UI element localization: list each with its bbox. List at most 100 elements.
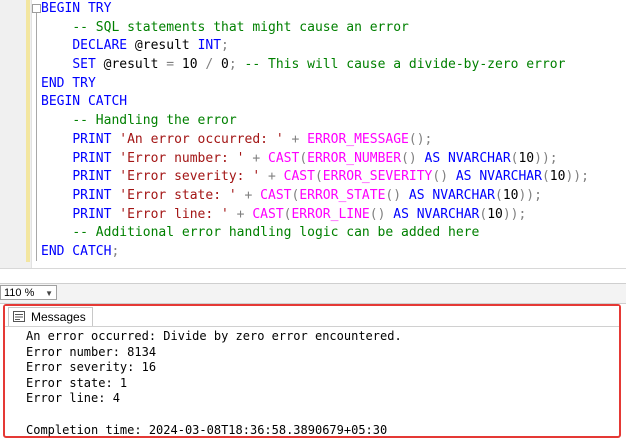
message-line bbox=[26, 407, 402, 423]
code-token: 'Error state: ' bbox=[119, 187, 237, 203]
code-token: ERROR_STATE bbox=[299, 187, 386, 203]
code-token: AS bbox=[424, 150, 441, 166]
horizontal-scrollbar[interactable] bbox=[0, 268, 626, 283]
code-line[interactable]: BEGIN TRY bbox=[41, 0, 589, 19]
code-token: ( bbox=[495, 187, 503, 203]
code-line[interactable]: -- SQL statements that might cause an er… bbox=[41, 19, 589, 38]
code-token: @result bbox=[127, 38, 198, 54]
code-token: ERROR_MESSAGE bbox=[307, 131, 409, 147]
code-token: DECLARE bbox=[72, 38, 128, 54]
code-line[interactable]: PRINT 'An error occurred: ' + ERROR_MESS… bbox=[41, 131, 589, 150]
messages-icon bbox=[13, 311, 25, 322]
code-token: + bbox=[260, 169, 284, 185]
message-line: Error severity: 16 bbox=[26, 360, 157, 375]
code-line[interactable]: SET @result = 10 / 0; -- This will cause… bbox=[41, 56, 589, 75]
query-editor[interactable]: BEGIN TRY -- SQL statements that might c… bbox=[0, 0, 626, 268]
code-token: NVARCHAR bbox=[448, 150, 511, 166]
code-line[interactable]: PRINT 'Error line: ' + CAST (ERROR_LINE()… bbox=[41, 206, 589, 225]
code-line[interactable]: PRINT 'Error state: ' + CAST ( ERROR_STATE… bbox=[41, 187, 589, 206]
change-tracking-bar bbox=[26, 0, 30, 262]
code-token: ERROR_LINE bbox=[291, 206, 370, 222]
code-token: 'An error occurred: ' bbox=[119, 131, 284, 147]
code-token: -- SQL statements that might cause an er… bbox=[72, 19, 409, 35]
code-token: ; bbox=[111, 243, 120, 259]
messages-output: An error occurred: Divide by zero error … bbox=[26, 329, 402, 438]
code-token: () bbox=[401, 150, 425, 166]
code-token: = bbox=[166, 57, 175, 73]
code-line[interactable]: PRINT 'Error severity: ' + CAST(ERROR_SE… bbox=[41, 168, 589, 187]
code-token: ( bbox=[314, 169, 323, 185]
code-token: CAST bbox=[268, 150, 300, 166]
code-token: CAST bbox=[283, 169, 315, 185]
code-token: PRINT bbox=[72, 187, 112, 203]
code-token: 10 bbox=[487, 206, 503, 222]
editor-status-bar: 110 % ▼ bbox=[0, 283, 626, 304]
code-token: 0 bbox=[213, 57, 229, 73]
code-token: ( bbox=[479, 206, 488, 222]
message-line: An error occurred: Divide by zero error … bbox=[26, 329, 402, 343]
code-token: () bbox=[432, 169, 456, 185]
code-token: 'Error number: ' bbox=[119, 150, 245, 166]
chevron-down-icon: ▼ bbox=[45, 289, 53, 298]
code-token: -- This will cause a divide-by-zero erro… bbox=[244, 57, 566, 73]
code-line[interactable]: END TRY bbox=[41, 75, 589, 94]
collapse-icon[interactable] bbox=[32, 4, 41, 13]
code-token: () bbox=[385, 187, 409, 203]
code-token: END CATCH bbox=[41, 243, 112, 259]
code-token: )); bbox=[534, 150, 558, 166]
code-token: NVARCHAR bbox=[416, 206, 480, 222]
message-line: Error number: 8134 bbox=[26, 344, 157, 359]
code-token: CAST bbox=[252, 206, 284, 222]
tab-messages[interactable]: Messages bbox=[8, 307, 93, 326]
code-token: PRINT bbox=[72, 169, 112, 185]
code-token: AS bbox=[408, 187, 425, 203]
code-token: 'Error severity: ' bbox=[119, 169, 261, 185]
code-line[interactable]: END CATCH; bbox=[41, 243, 589, 262]
message-line: Error state: 1 bbox=[26, 375, 128, 390]
code-token: + bbox=[283, 131, 308, 147]
code-token: + bbox=[228, 206, 253, 222]
code-token: NVARCHAR bbox=[432, 187, 495, 203]
code-token: END TRY bbox=[41, 75, 96, 91]
code-token: BEGIN CATCH bbox=[41, 94, 128, 110]
code-token: CAST bbox=[260, 187, 292, 203]
code-token: -- Additional error handling logic can b… bbox=[72, 225, 480, 241]
code-token: SET bbox=[72, 57, 96, 73]
code-token: INT bbox=[197, 38, 222, 54]
code-line[interactable]: BEGIN CATCH bbox=[41, 93, 589, 112]
code-line[interactable]: PRINT 'Error number: ' + CAST(ERROR_NUMB… bbox=[41, 150, 589, 169]
zoom-value: 110 % bbox=[4, 287, 35, 299]
code-token: + bbox=[236, 187, 261, 203]
code-token: -- Handling the error bbox=[72, 113, 237, 129]
code-token: @result bbox=[95, 57, 167, 73]
code-token: 10 bbox=[502, 187, 519, 203]
fold-guide-line bbox=[36, 13, 37, 261]
zoom-dropdown[interactable]: 110 % ▼ bbox=[0, 285, 57, 300]
code-lines[interactable]: BEGIN TRY -- SQL statements that might c… bbox=[41, 0, 589, 262]
code-line[interactable]: DECLARE @result INT; bbox=[41, 37, 589, 56]
code-token: 10 bbox=[518, 150, 535, 166]
editor-gutter bbox=[0, 0, 32, 268]
code-token: ; bbox=[221, 38, 229, 54]
code-token: ( bbox=[541, 169, 550, 185]
code-token: )); bbox=[565, 169, 589, 185]
tab-messages-label: Messages bbox=[31, 310, 86, 324]
code-line[interactable]: -- Handling the error bbox=[41, 112, 589, 131]
code-token: )); bbox=[518, 187, 542, 203]
code-token: 10 bbox=[174, 57, 206, 73]
code-token: PRINT bbox=[72, 131, 112, 147]
code-token: AS bbox=[393, 206, 409, 222]
code-line[interactable]: -- Additional error handling logic can b… bbox=[41, 224, 589, 243]
code-token: NVARCHAR bbox=[479, 169, 542, 185]
message-line: Error line: 4 bbox=[26, 391, 120, 406]
results-pane: Messages An error occurred: Divide by ze… bbox=[3, 304, 621, 438]
